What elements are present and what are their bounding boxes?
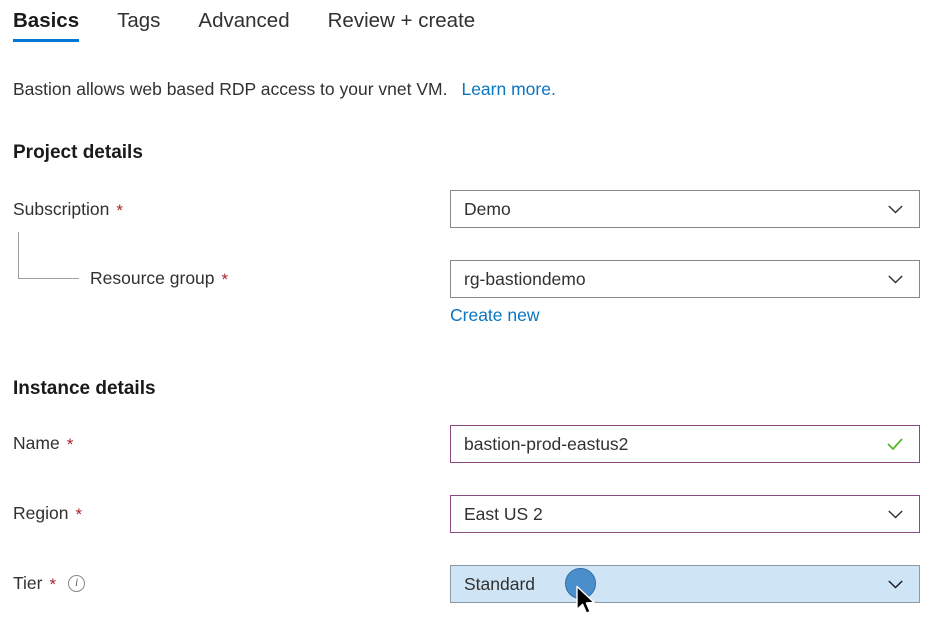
tab-advanced-label: Advanced	[198, 9, 290, 32]
region-dropdown[interactable]: East US 2	[450, 495, 920, 533]
tab-review-create-label: Review + create	[327, 9, 476, 32]
subscription-dropdown[interactable]: Demo	[450, 190, 920, 228]
tier-dropdown[interactable]: Standard	[450, 565, 920, 603]
resource-group-value: rg-bastiondemo	[464, 268, 586, 289]
tab-basics-label: Basics	[13, 9, 80, 32]
region-label: Region *	[13, 503, 82, 524]
subscription-label: Subscription *	[13, 199, 123, 220]
tab-active-underline	[13, 39, 80, 42]
intro-text: Bastion allows web based RDP access to y…	[13, 79, 448, 99]
chevron-down-icon	[886, 505, 905, 524]
chevron-down-icon	[886, 200, 905, 219]
tab-tags[interactable]: Tags	[117, 0, 160, 47]
name-input[interactable]: bastion-prod-eastus2	[450, 425, 920, 463]
resource-group-label: Resource group *	[90, 268, 228, 289]
create-new-resource-group-link[interactable]: Create new	[450, 305, 540, 326]
subscription-value: Demo	[464, 198, 511, 219]
chevron-down-icon	[886, 270, 905, 289]
intro-description: Bastion allows web based RDP access to y…	[13, 76, 556, 102]
wizard-tab-bar: Basics Tags Advanced Review + create	[0, 0, 930, 56]
instance-details-heading: Instance details	[13, 378, 156, 399]
resource-group-dropdown[interactable]: rg-bastiondemo	[450, 260, 920, 298]
region-value: East US 2	[464, 503, 543, 524]
subscription-label-text: Subscription	[13, 199, 110, 219]
required-asterisk-icon: *	[221, 270, 229, 289]
tab-basics[interactable]: Basics	[13, 0, 80, 47]
checkmark-valid-icon	[885, 434, 905, 454]
hierarchy-connector-line	[18, 232, 79, 279]
info-icon[interactable]: i	[68, 575, 86, 592]
name-value: bastion-prod-eastus2	[464, 433, 629, 454]
required-asterisk-icon: *	[66, 435, 74, 454]
required-asterisk-icon: *	[116, 201, 123, 220]
region-label-text: Region	[13, 503, 69, 523]
project-details-heading: Project details	[13, 142, 143, 163]
tier-label: Tier * i	[13, 573, 86, 594]
name-label: Name *	[13, 433, 73, 454]
tier-label-text: Tier	[13, 573, 43, 593]
resource-group-label-text: Resource group	[90, 268, 215, 288]
tab-tags-label: Tags	[117, 9, 161, 32]
chevron-down-icon	[886, 575, 905, 594]
required-asterisk-icon: *	[49, 575, 57, 594]
required-asterisk-icon: *	[75, 505, 83, 524]
learn-more-link[interactable]: Learn more.	[461, 79, 555, 99]
name-label-text: Name	[13, 433, 60, 453]
tab-review-create[interactable]: Review + create	[328, 0, 476, 47]
tier-value: Standard	[464, 573, 536, 594]
tab-advanced[interactable]: Advanced	[198, 0, 289, 47]
